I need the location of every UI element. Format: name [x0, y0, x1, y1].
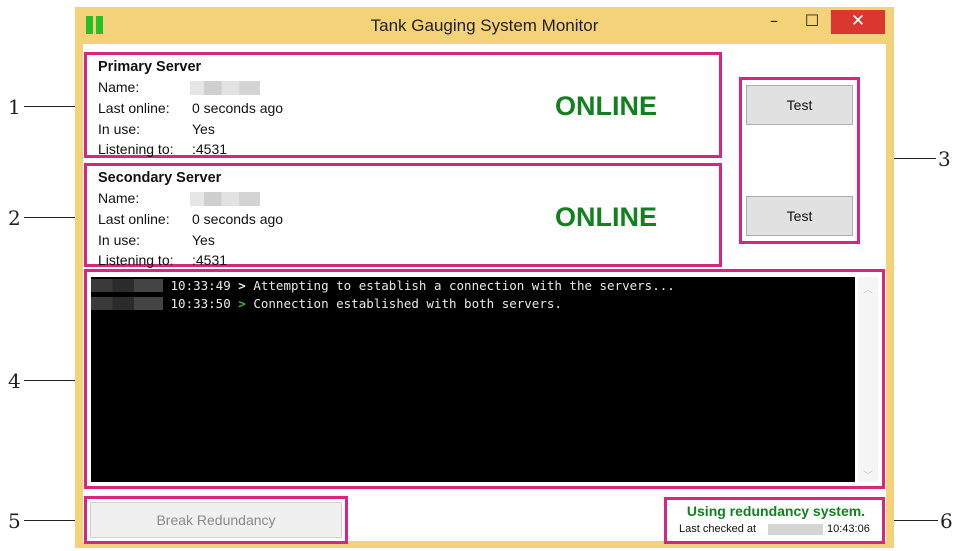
primary-last-online-label: Last online: [98, 100, 170, 116]
log-line: 10:33:50 > Connection established with b… [91, 296, 562, 311]
chevron-up-icon[interactable]: ︿ [858, 281, 878, 296]
secondary-in-use-value: Yes [192, 232, 215, 248]
secondary-listening-label: Listening to: [98, 252, 174, 268]
secondary-status: ONLINE [555, 202, 658, 232]
last-checked-label: Last checked at [679, 523, 757, 535]
callout-2: 2 [8, 206, 21, 230]
callout-6: 6 [940, 509, 953, 533]
primary-last-online-value: 0 seconds ago [192, 100, 284, 116]
secondary-name-value-redacted [190, 192, 260, 206]
primary-in-use-value: Yes [192, 121, 215, 137]
log-prefix-redacted [91, 279, 163, 292]
secondary-in-use-label: In use: [98, 232, 141, 248]
secondary-last-online-value: 0 seconds ago [192, 211, 284, 227]
log-message: Connection established with both servers… [253, 296, 562, 311]
primary-in-use-label: In use: [98, 121, 141, 137]
primary-server-panel: Primary Server Name: Last online: 0 seco… [84, 52, 722, 158]
last-checked-time: 10:43:06 [827, 523, 870, 535]
log-console[interactable]: 10:33:49 > Attempting to establish a con… [91, 277, 855, 482]
log-line: 10:33:49 > Attempting to establish a con… [91, 278, 675, 293]
redundancy-status: Using redundancy system. Last checked at… [669, 501, 883, 541]
log-time: 10:33:50 [170, 296, 231, 311]
callout-5: 5 [8, 509, 21, 533]
minimize-button[interactable]: – [761, 10, 787, 34]
secondary-server-panel: Secondary Server Name: Last online: 0 se… [84, 163, 722, 268]
redundancy-message: Using redundancy system. [686, 503, 866, 519]
chevron-down-icon[interactable]: ﹀ [858, 467, 878, 482]
maximize-button[interactable]: ☐ [799, 10, 825, 34]
log-arrow-icon: > [238, 296, 246, 311]
primary-listening-label: Listening to: [98, 141, 174, 157]
primary-server-heading: Primary Server [98, 59, 202, 75]
test-secondary-button[interactable]: Test [746, 196, 853, 236]
callout-4: 4 [8, 369, 21, 393]
test-primary-button[interactable]: Test [746, 85, 853, 125]
log-arrow-icon: > [238, 278, 246, 293]
title-bar[interactable]: Tank Gauging System Monitor – ☐ ✕ [75, 7, 894, 44]
primary-listening-value: :4531 [192, 141, 228, 157]
secondary-name-label: Name: [98, 190, 140, 206]
callout-3: 3 [938, 147, 951, 171]
break-redundancy-button[interactable]: Break Redundancy [90, 502, 342, 538]
secondary-server-heading: Secondary Server [98, 170, 222, 186]
close-button[interactable]: ✕ [831, 10, 885, 34]
primary-status: ONLINE [555, 91, 658, 121]
log-scrollbar[interactable]: ︿ ﹀ [858, 277, 878, 482]
callout-1: 1 [8, 95, 21, 119]
primary-name-value-redacted [190, 81, 260, 95]
log-prefix-redacted [91, 297, 163, 310]
last-checked-redacted [768, 524, 823, 535]
secondary-listening-value: :4531 [192, 252, 228, 268]
secondary-last-online-label: Last online: [98, 211, 170, 227]
log-time: 10:33:49 [170, 278, 231, 293]
primary-name-label: Name: [98, 79, 140, 95]
log-message: Attempting to establish a connection wit… [253, 278, 675, 293]
